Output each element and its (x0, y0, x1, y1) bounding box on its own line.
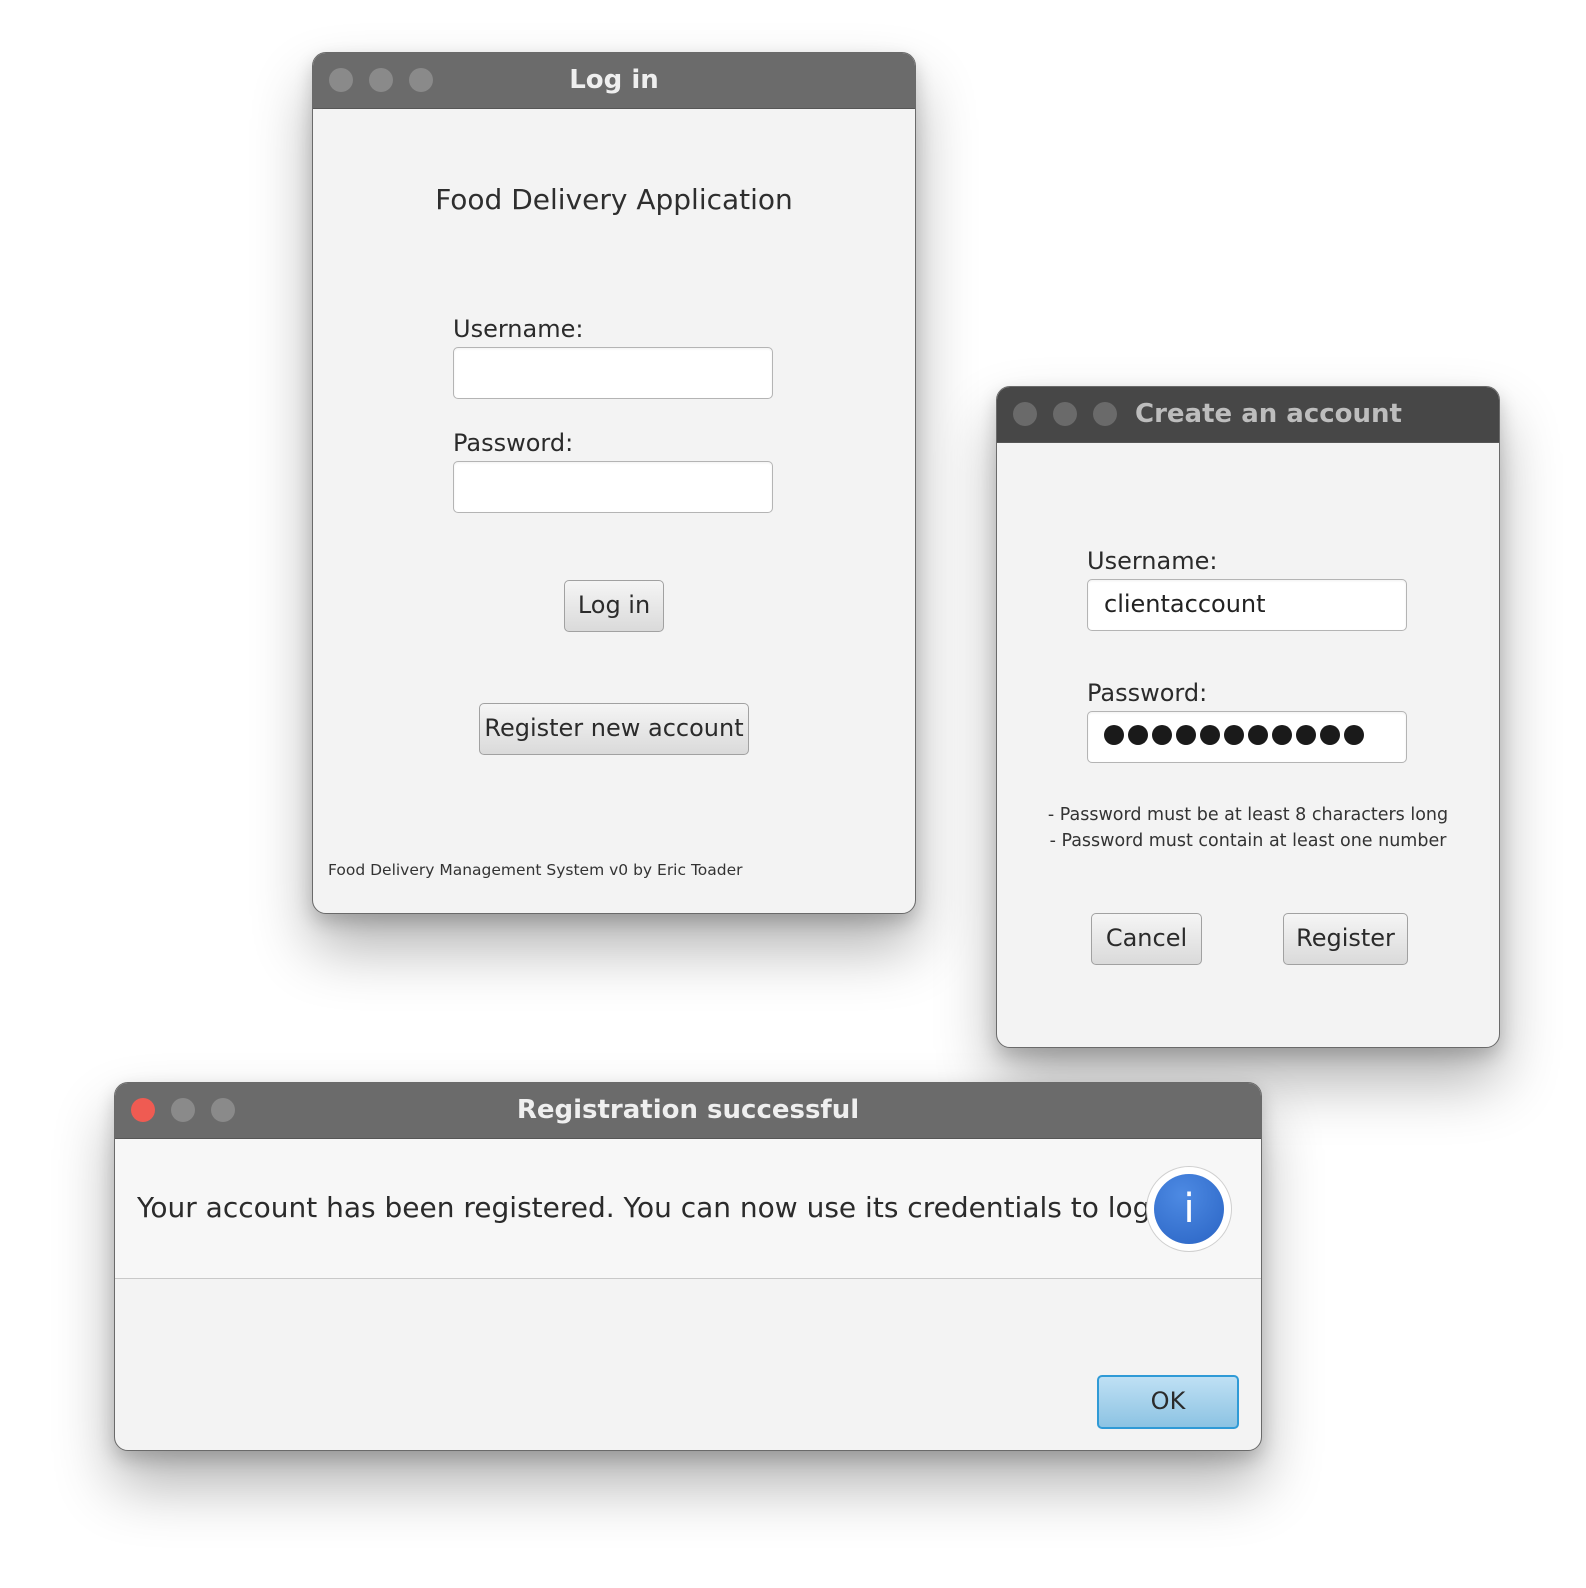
login-button-label: Log in (577, 591, 651, 619)
register-titlebar[interactable]: Create an account (997, 387, 1499, 443)
cancel-button-label: Cancel (1105, 924, 1188, 952)
password-mask-dot (1104, 725, 1124, 745)
password-mask-dot (1248, 725, 1268, 745)
password-mask-dot (1272, 725, 1292, 745)
username-label: Username: (453, 315, 584, 343)
register-new-account-label: Register new account (484, 714, 744, 742)
password-field[interactable] (453, 461, 773, 513)
password-mask-dot (1176, 725, 1196, 745)
info-glyph: i (1183, 1186, 1195, 1232)
password-mask-dot (1200, 725, 1220, 745)
success-message: Your account has been registered. You ca… (137, 1191, 1194, 1224)
register-new-account-button[interactable]: Register new account (479, 703, 749, 755)
register-window: Create an account Username: clientaccoun… (996, 386, 1500, 1048)
footer-credits: Food Delivery Management System v0 by Er… (328, 861, 743, 879)
password-field[interactable] (1087, 711, 1407, 763)
window-title: Create an account (1135, 399, 1402, 429)
password-mask-dot (1128, 725, 1148, 745)
password-mask-dot (1344, 725, 1364, 745)
password-mask (1104, 725, 1364, 745)
username-field[interactable] (453, 347, 773, 399)
success-titlebar[interactable]: Registration successful (115, 1083, 1261, 1139)
login-window: Log in Food Delivery Application Usernam… (312, 52, 916, 914)
password-mask-dot (1296, 725, 1316, 745)
password-label: Password: (1087, 679, 1208, 707)
register-button-label: Register (1296, 924, 1395, 952)
password-rule-length: - Password must be at least 8 characters… (1047, 805, 1449, 825)
window-title: Log in (569, 65, 659, 95)
close-icon[interactable] (1013, 402, 1037, 426)
zoom-icon[interactable] (1093, 402, 1117, 426)
username-value: clientaccount (1104, 590, 1266, 618)
info-icon-circle: i (1154, 1174, 1224, 1244)
password-rule-number: - Password must contain at least one num… (1049, 831, 1447, 851)
success-dialog: Registration successful Your account has… (114, 1082, 1262, 1451)
register-button[interactable]: Register (1283, 913, 1408, 965)
username-field[interactable]: clientaccount (1087, 579, 1407, 631)
password-mask-dot (1224, 725, 1244, 745)
ok-button-label: OK (1150, 1387, 1186, 1415)
password-mask-dot (1320, 725, 1340, 745)
login-button[interactable]: Log in (564, 580, 664, 632)
username-label: Username: (1087, 547, 1218, 575)
window-title: Registration successful (516, 1095, 860, 1125)
password-label: Password: (453, 429, 574, 457)
app-name: Food Delivery Application (435, 183, 793, 216)
minimize-icon[interactable] (1053, 402, 1077, 426)
cancel-button[interactable]: Cancel (1091, 913, 1202, 965)
info-icon: i (1146, 1166, 1232, 1252)
ok-button[interactable]: OK (1097, 1375, 1239, 1429)
password-mask-dot (1152, 725, 1172, 745)
login-titlebar[interactable]: Log in (313, 53, 915, 109)
message-area: Your account has been registered. You ca… (115, 1139, 1261, 1279)
